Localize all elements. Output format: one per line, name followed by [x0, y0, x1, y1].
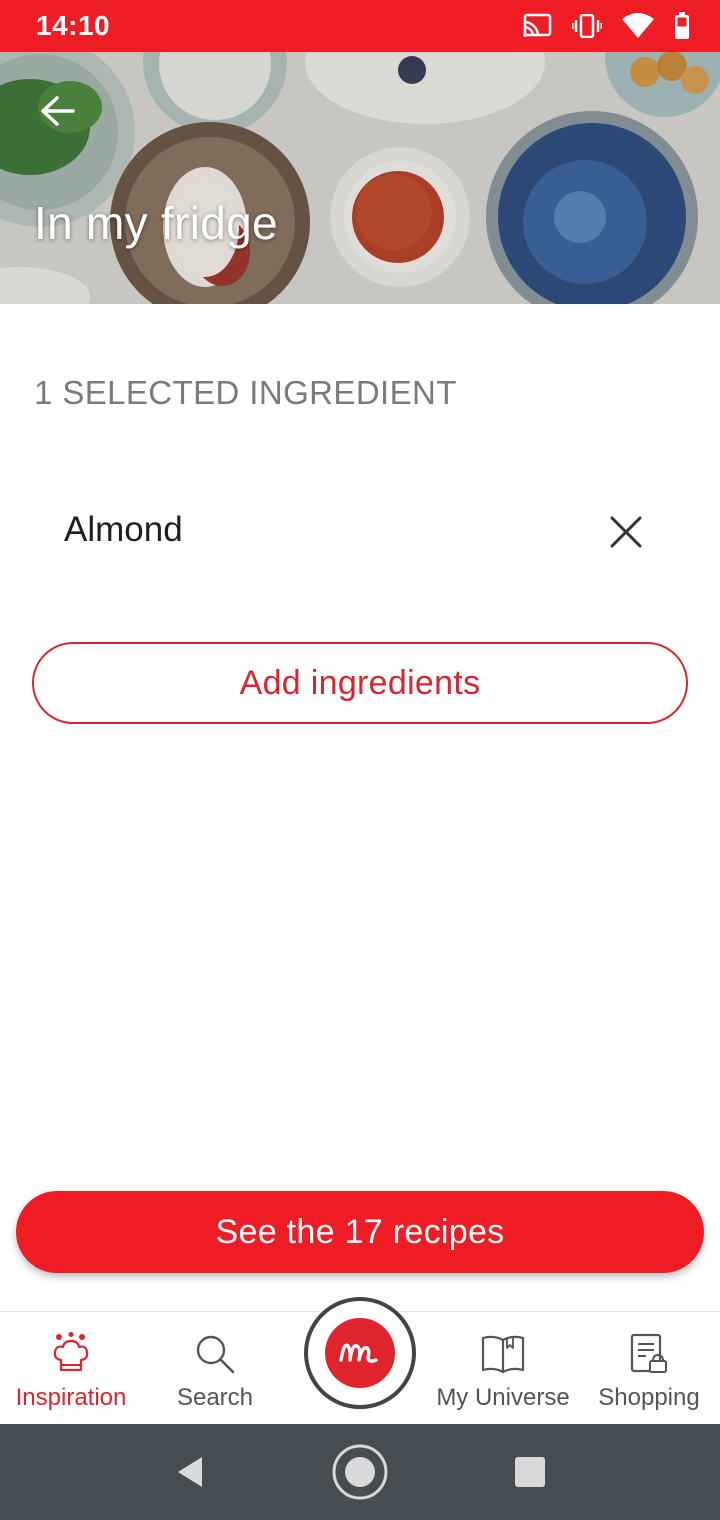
- header-banner: In my fridge: [0, 52, 720, 304]
- system-home-button[interactable]: [330, 1424, 390, 1520]
- nav-label-shopping: Shopping: [598, 1384, 700, 1411]
- vibrate-icon: [572, 14, 602, 38]
- remove-ingredient-button[interactable]: [596, 502, 656, 562]
- brand-logo-icon: [325, 1318, 395, 1388]
- header-background-image: [0, 52, 720, 304]
- system-navigation-bar: [0, 1424, 720, 1520]
- wifi-icon: [622, 13, 654, 39]
- nav-recents-icon: [515, 1457, 545, 1487]
- nav-back-icon: [178, 1457, 202, 1487]
- chef-hat-icon: [51, 1330, 91, 1378]
- status-icons: [522, 10, 690, 42]
- back-button[interactable]: [32, 86, 82, 136]
- see-recipes-button[interactable]: See the 17 recipes: [16, 1191, 704, 1273]
- ingredient-item: Almond: [34, 490, 686, 574]
- system-back-button[interactable]: [160, 1424, 220, 1520]
- arrow-left-icon: [41, 96, 75, 126]
- cast-icon: [522, 13, 552, 39]
- brand-home-button[interactable]: [304, 1297, 416, 1409]
- nav-home-icon: [332, 1444, 388, 1500]
- close-icon: [610, 516, 642, 548]
- system-recents-button[interactable]: [500, 1424, 560, 1520]
- selected-count-heading: 1 SELECTED INGREDIENT: [34, 374, 457, 411]
- page-title: In my fridge: [34, 197, 278, 249]
- add-ingredients-button[interactable]: Add ingredients: [32, 642, 688, 724]
- ingredient-name: Almond: [64, 510, 183, 549]
- nav-item-search[interactable]: Search: [144, 1312, 286, 1425]
- search-icon: [194, 1330, 236, 1378]
- bottom-navigation: Inspiration Search My Universe Shopping: [0, 1297, 720, 1425]
- nav-item-my-universe[interactable]: My Universe: [432, 1312, 574, 1425]
- status-time: 14:10: [36, 10, 111, 41]
- shopping-list-icon: [628, 1330, 670, 1378]
- battery-icon: [674, 12, 690, 40]
- nav-label-inspiration: Inspiration: [15, 1384, 127, 1411]
- status-bar: 14:10: [0, 0, 720, 52]
- nav-label-my-universe: My Universe: [436, 1384, 570, 1411]
- nav-item-inspiration[interactable]: Inspiration: [0, 1312, 142, 1425]
- nav-item-shopping[interactable]: Shopping: [578, 1312, 720, 1425]
- nav-label-search: Search: [176, 1384, 254, 1411]
- book-icon: [480, 1330, 526, 1378]
